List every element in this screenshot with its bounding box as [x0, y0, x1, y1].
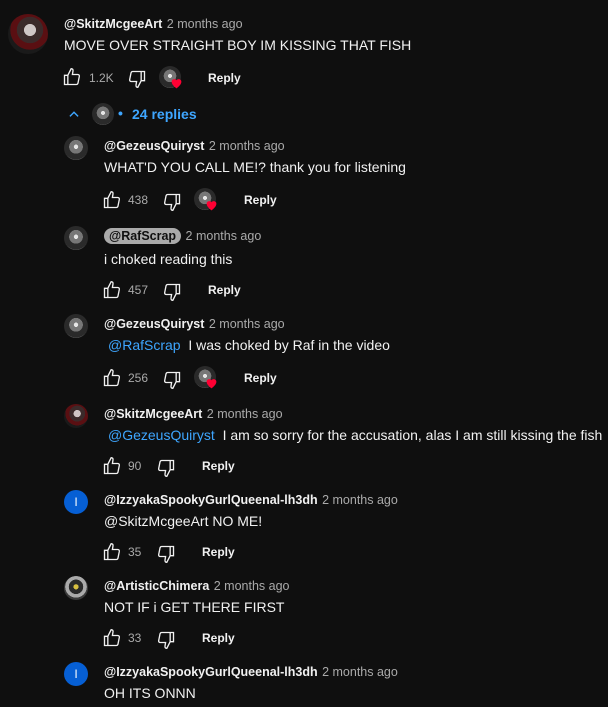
- reply-time[interactable]: 2 months ago: [214, 579, 290, 593]
- reply-avatar[interactable]: [64, 404, 88, 428]
- reply-time[interactable]: 2 months ago: [209, 317, 285, 331]
- reply-author[interactable]: @SkitzMcgeeArt: [104, 407, 202, 421]
- reply-time[interactable]: 2 months ago: [322, 493, 398, 507]
- reply-button[interactable]: Reply: [208, 283, 241, 297]
- reply-button[interactable]: Reply: [244, 193, 277, 207]
- reply-header: @GezeusQuiryst 2 months ago: [104, 137, 285, 155]
- reply-time[interactable]: 2 months ago: [207, 407, 283, 421]
- reply-header: @SkitzMcgeeArt 2 months ago: [104, 405, 283, 423]
- reply-header: @IzzyakaSpookyGurlQueenal-lh3dh 2 months…: [104, 491, 398, 509]
- reply-author[interactable]: @ArtisticChimera: [104, 579, 209, 593]
- reply-header: @IzzyakaSpookyGurlQueenal-lh3dh 2 months…: [104, 663, 398, 681]
- heart-icon: [206, 379, 217, 389]
- reply-text: @RafScrap I was choked by Raf in the vid…: [108, 337, 390, 353]
- dislike-icon[interactable]: [156, 458, 176, 478]
- reply-header: @GezeusQuiryst 2 months ago: [104, 315, 285, 333]
- reply-avatar[interactable]: I: [64, 662, 88, 686]
- reply-time[interactable]: 2 months ago: [322, 665, 398, 679]
- like-count: 1.2K: [89, 71, 114, 85]
- like-icon[interactable]: [102, 190, 122, 210]
- reply-time[interactable]: 2 months ago: [186, 229, 262, 243]
- heart-icon: [206, 201, 217, 211]
- mention-link[interactable]: @RafScrap: [108, 337, 181, 353]
- avatar-letter: I: [74, 495, 78, 509]
- reply-author[interactable]: @GezeusQuiryst: [104, 317, 204, 331]
- dislike-icon[interactable]: [162, 282, 182, 302]
- reply-header: @RafScrap 2 months ago: [104, 227, 261, 245]
- comment-author[interactable]: @SkitzMcgeeArt: [64, 17, 162, 31]
- reply-button[interactable]: Reply: [202, 459, 235, 473]
- dislike-icon[interactable]: [162, 370, 182, 390]
- reply-avatar[interactable]: [64, 576, 88, 600]
- replies-count: 24 replies: [132, 106, 197, 122]
- dislike-icon[interactable]: [162, 192, 182, 212]
- reply-text: WHAT'D YOU CALL ME!? thank you for liste…: [104, 159, 406, 175]
- reply-text: NOT IF i GET THERE FIRST: [104, 599, 285, 615]
- replies-dot: •: [118, 105, 123, 121]
- like-count: 457: [128, 283, 149, 297]
- reply-button[interactable]: Reply: [244, 371, 277, 385]
- dislike-icon[interactable]: [156, 544, 176, 564]
- dislike-icon[interactable]: [156, 630, 176, 650]
- dislike-icon[interactable]: [127, 69, 147, 89]
- reply-text: @SkitzMcgeeArt NO ME!: [104, 513, 263, 529]
- like-count: 256: [128, 371, 149, 385]
- like-count: 35: [128, 545, 142, 559]
- author-chip[interactable]: @RafScrap: [104, 228, 182, 244]
- avatar-letter: I: [74, 667, 78, 681]
- comment-time[interactable]: 2 months ago: [167, 17, 243, 31]
- commenter-avatar[interactable]: [8, 14, 48, 54]
- reply-button[interactable]: Reply: [208, 71, 241, 85]
- reply-avatar[interactable]: [64, 314, 88, 338]
- heart-icon: [171, 79, 182, 89]
- like-count: 33: [128, 631, 142, 645]
- like-icon[interactable]: [102, 280, 122, 300]
- mention-link[interactable]: @GezeusQuiryst: [108, 427, 215, 443]
- reply-text: @GezeusQuiryst I am so sorry for the acc…: [108, 427, 602, 443]
- like-icon[interactable]: [102, 628, 122, 648]
- reply-button[interactable]: Reply: [202, 545, 235, 559]
- like-count: 438: [128, 193, 149, 207]
- reply-avatar[interactable]: [64, 226, 88, 250]
- chevron-up-icon: [69, 111, 79, 117]
- reply-text: OH ITS ONNN: [104, 685, 196, 701]
- like-icon[interactable]: [102, 456, 122, 476]
- like-icon[interactable]: [62, 67, 82, 87]
- reply-author[interactable]: @IzzyakaSpookyGurlQueenal-lh3dh: [104, 665, 318, 679]
- like-icon[interactable]: [102, 542, 122, 562]
- reply-body: I am so sorry for the accusation, alas I…: [222, 427, 603, 443]
- replies-toggle[interactable]: • 24 replies: [64, 102, 224, 126]
- like-icon[interactable]: [102, 368, 122, 388]
- reply-author[interactable]: @GezeusQuiryst: [104, 139, 204, 153]
- reply-avatar[interactable]: I: [64, 490, 88, 514]
- reply-avatar[interactable]: [64, 136, 88, 160]
- comment-text: MOVE OVER STRAIGHT BOY IM KISSING THAT F…: [64, 37, 412, 53]
- comment-header: @SkitzMcgeeArt 2 months ago: [64, 15, 243, 33]
- reply-author-avatar: [92, 103, 114, 125]
- reply-author[interactable]: @IzzyakaSpookyGurlQueenal-lh3dh: [104, 493, 318, 507]
- reply-time[interactable]: 2 months ago: [209, 139, 285, 153]
- reply-body: I was choked by Raf in the video: [188, 337, 390, 353]
- reply-header: @ArtisticChimera 2 months ago: [104, 577, 289, 595]
- reply-button[interactable]: Reply: [202, 631, 235, 645]
- like-count: 90: [128, 459, 142, 473]
- reply-text: i choked reading this: [104, 251, 233, 267]
